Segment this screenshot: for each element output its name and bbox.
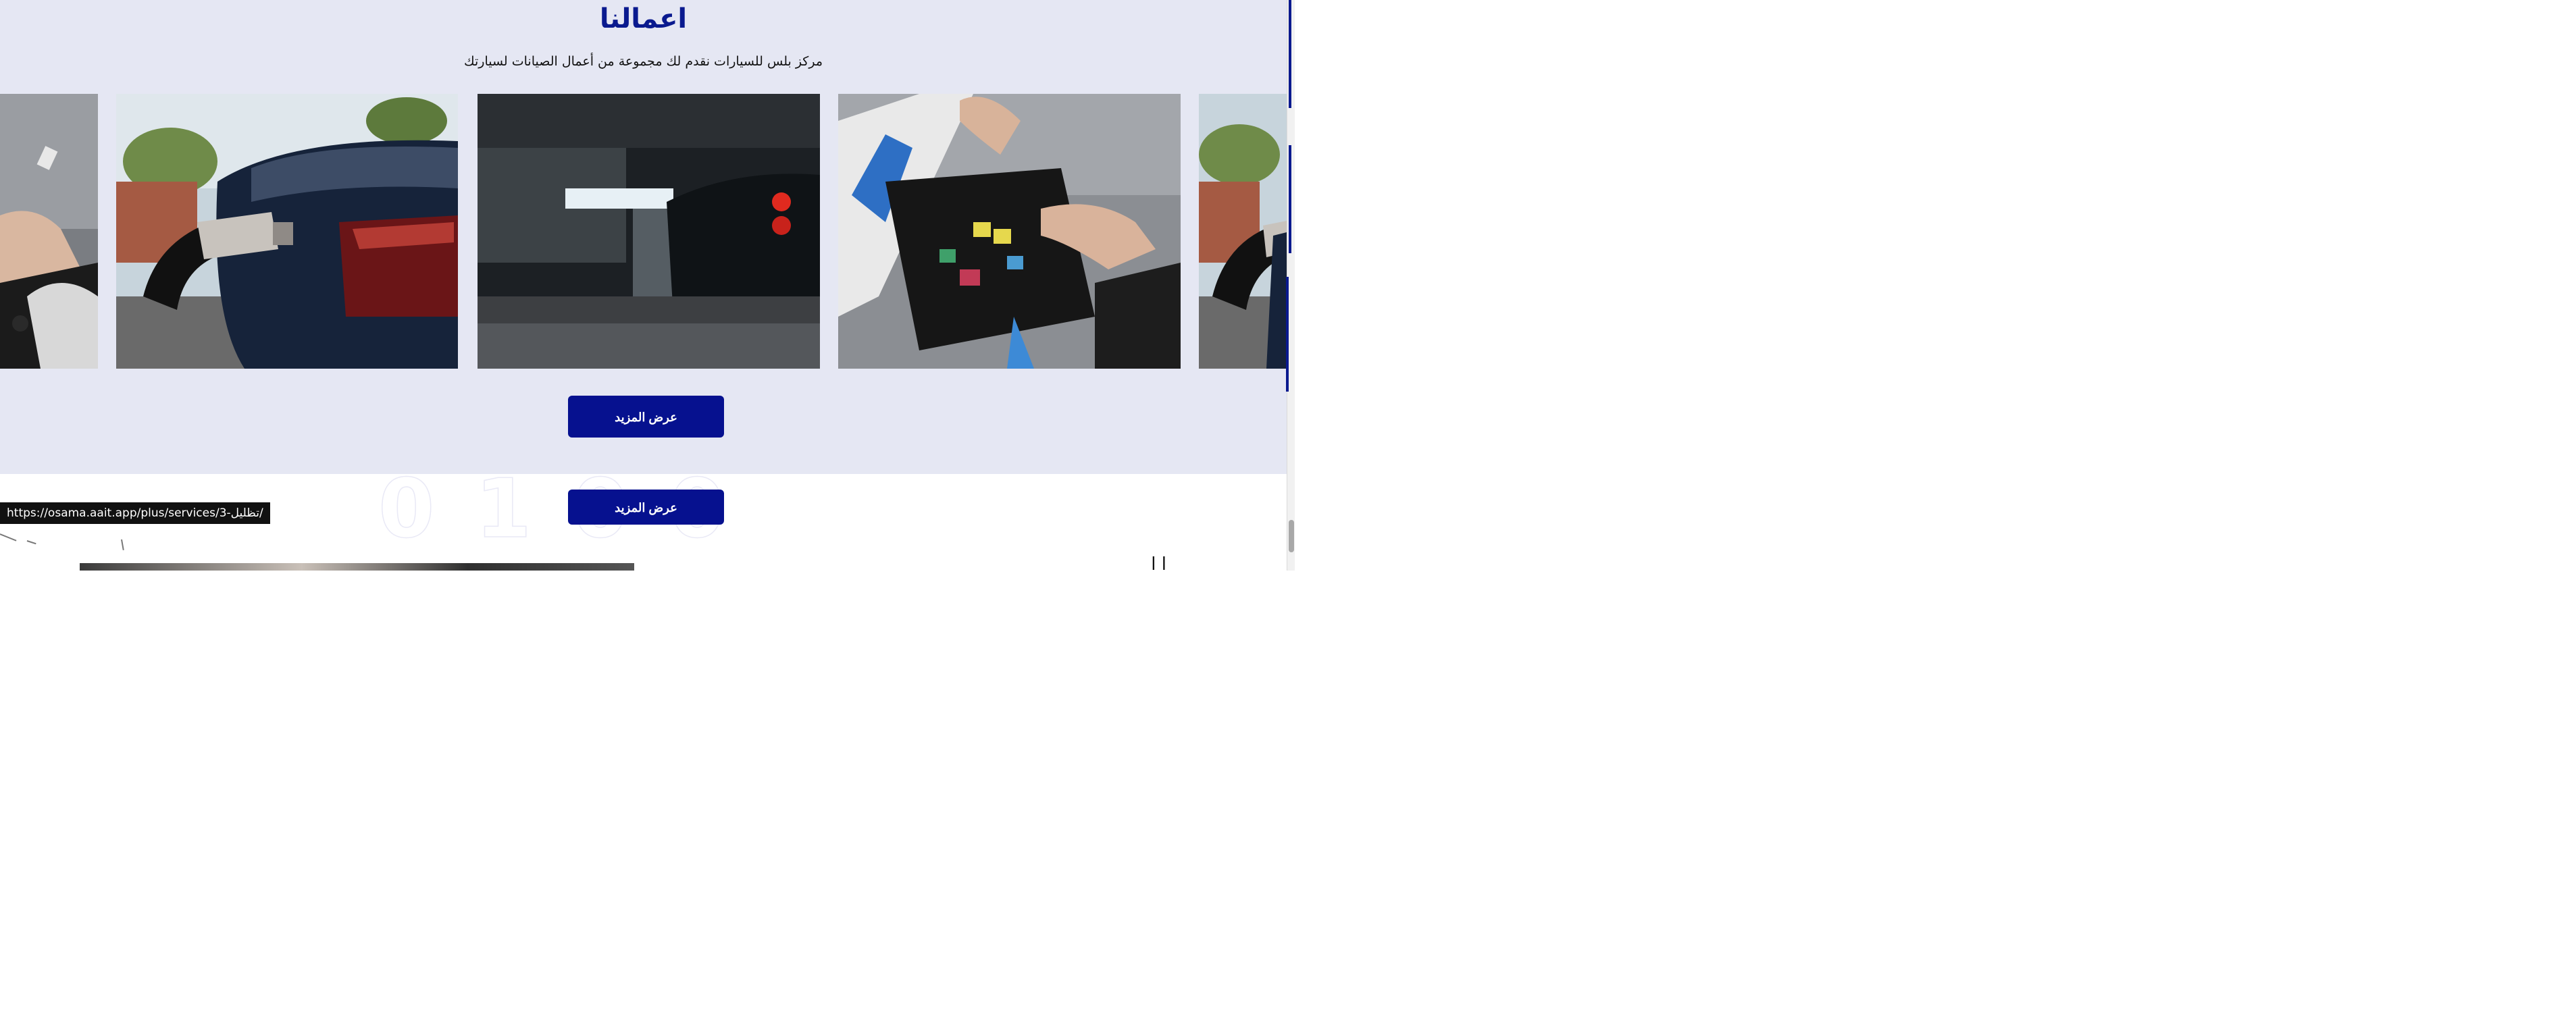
gallery-slide-wiring-partial[interactable] [0, 94, 98, 369]
scroll-marker [1289, 0, 1291, 108]
link-status-url: https://osama.aait.app/plus/services/3-ت… [0, 502, 270, 524]
about-section-heading: ا ا [1151, 554, 1166, 571]
section-title: اعمالنا [599, 3, 688, 34]
scrollbar-thumb[interactable] [1289, 520, 1294, 552]
garage-car-image [478, 94, 820, 369]
engine-wiring-image [838, 94, 1181, 369]
our-works-section: اعمالنا مركز بلس للسيارات نقدم لك مجموعة… [0, 0, 1287, 474]
ev-charging-image [116, 94, 458, 369]
gallery-slide-wiring[interactable] [838, 94, 1181, 369]
browser-viewport: اعمالنا مركز بلس للسيارات نقدم لك مجموعة… [0, 0, 1295, 571]
section-subtitle: مركز بلس للسيارات نقدم لك مجموعة من أعما… [463, 54, 823, 69]
decorative-line [0, 533, 17, 542]
decorative-line [121, 539, 124, 550]
show-more-works-button[interactable]: عرض المزيد [568, 396, 724, 438]
scroll-marker [1289, 145, 1291, 253]
about-section-image [80, 563, 634, 571]
ev-charging-image [1199, 94, 1287, 369]
page-scrollbar[interactable] [1286, 0, 1295, 571]
decorative-line [26, 540, 36, 545]
engine-wiring-image [0, 94, 98, 369]
gallery-slide-ev-charging-partial[interactable] [1199, 94, 1287, 369]
show-more-services-button[interactable]: عرض المزيد [568, 490, 724, 525]
gallery-slide-garage[interactable] [478, 94, 820, 369]
gallery-slide-ev-charging[interactable] [116, 94, 458, 369]
scroll-marker [1286, 277, 1289, 392]
